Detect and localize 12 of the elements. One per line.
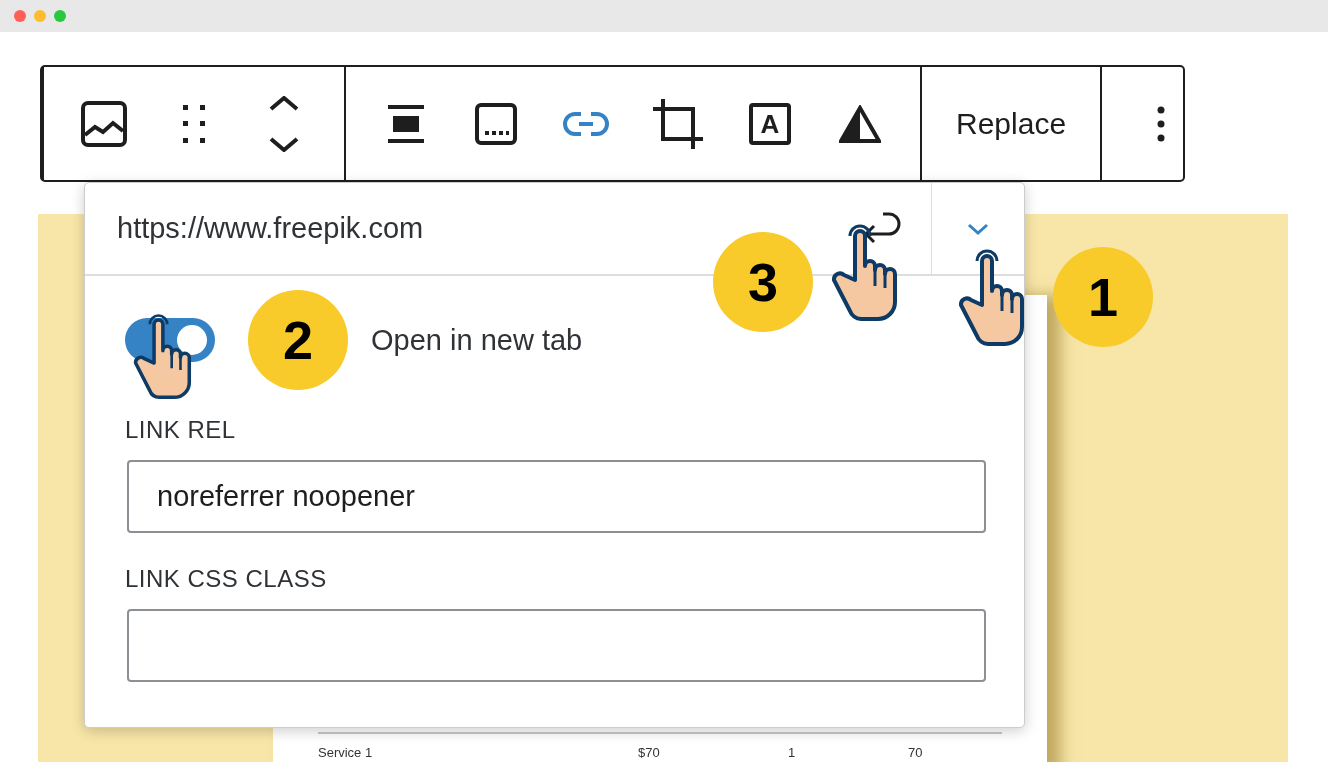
table-cell-text: 1 — [788, 745, 797, 760]
table-cell: 70 — [908, 745, 923, 760]
link-rel-field[interactable]: noreferrer noopener — [127, 460, 986, 533]
toggle-label: Open in new tab — [371, 323, 583, 357]
replace-button[interactable]: Replace — [952, 93, 1071, 154]
text-overlay-icon: A — [749, 102, 791, 145]
table-cell-text: $70 — [638, 745, 661, 760]
url-text: https://www.freepik.com — [116, 212, 425, 245]
field-label: LINK REL — [125, 416, 237, 444]
field-label: LINK CSS CLASS — [125, 565, 328, 593]
text-overlay-button[interactable]: A — [747, 93, 793, 154]
table-cell-text: Service 1 — [318, 745, 374, 760]
